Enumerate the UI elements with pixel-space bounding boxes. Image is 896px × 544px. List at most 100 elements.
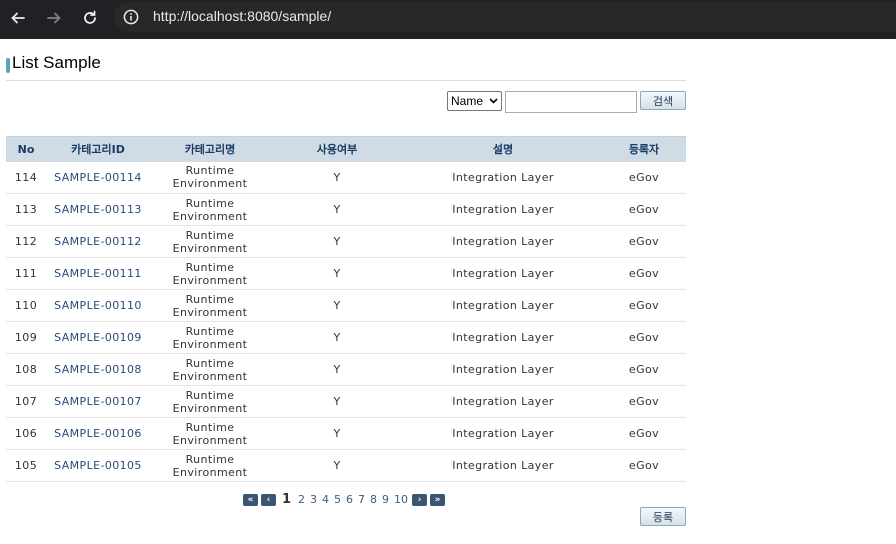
sample-list-table: No 카테고리ID 카테고리명 사용여부 설명 등록자 114 SAMPLE-0… bbox=[6, 136, 686, 482]
header-description: 설명 bbox=[404, 136, 602, 162]
row-no: 112 bbox=[6, 225, 46, 258]
search-condition-value: Name bbox=[451, 94, 484, 108]
row-category-id-link[interactable]: SAMPLE-00114 bbox=[46, 161, 150, 194]
row-category-id-link[interactable]: SAMPLE-00112 bbox=[46, 225, 150, 258]
row-registrant: eGov bbox=[602, 385, 686, 418]
reload-button[interactable] bbox=[78, 6, 102, 30]
row-description: Integration Layer bbox=[404, 225, 602, 258]
table-row: 107 SAMPLE-00107 Runtime Environment Y I… bbox=[6, 385, 686, 418]
row-registrant: eGov bbox=[602, 225, 686, 258]
row-registrant: eGov bbox=[602, 353, 686, 386]
double-left-arrow-icon: « bbox=[247, 494, 254, 505]
row-category-name: Runtime Environment bbox=[150, 225, 270, 258]
reload-icon bbox=[84, 10, 96, 24]
row-description: Integration Layer bbox=[404, 353, 602, 386]
table-row: 111 SAMPLE-00111 Runtime Environment Y I… bbox=[6, 257, 686, 290]
header-category-id: 카테고리ID bbox=[46, 136, 150, 162]
row-registrant: eGov bbox=[602, 449, 686, 482]
search-keyword-input[interactable] bbox=[505, 91, 637, 113]
pagination: « ‹ 1 2 3 4 5 6 7 8 9 10 › » bbox=[243, 492, 446, 507]
row-registrant: eGov bbox=[602, 257, 686, 290]
row-description: Integration Layer bbox=[404, 417, 602, 450]
row-no: 111 bbox=[6, 257, 46, 290]
search-condition-select[interactable]: Name bbox=[447, 91, 502, 111]
row-category-name: Runtime Environment bbox=[150, 161, 270, 194]
address-bar[interactable]: http://localhost:8080/sample/ bbox=[114, 2, 896, 32]
row-description: Integration Layer bbox=[404, 257, 602, 290]
row-category-name: Runtime Environment bbox=[150, 385, 270, 418]
row-category-name: Runtime Environment bbox=[150, 289, 270, 322]
row-category-name: Runtime Environment bbox=[150, 321, 270, 354]
row-no: 113 bbox=[6, 193, 46, 226]
url-text[interactable]: http://localhost:8080/sample/ bbox=[153, 8, 331, 24]
table-row: 114 SAMPLE-00114 Runtime Environment Y I… bbox=[6, 161, 686, 194]
last-page-button[interactable]: » bbox=[430, 493, 446, 506]
search-button[interactable]: 검색 bbox=[640, 91, 686, 110]
row-no: 109 bbox=[6, 321, 46, 354]
row-description: Integration Layer bbox=[404, 289, 602, 322]
row-category-id-link[interactable]: SAMPLE-00111 bbox=[46, 257, 150, 290]
back-button[interactable] bbox=[6, 6, 30, 30]
row-description: Integration Layer bbox=[404, 161, 602, 194]
page-title-text: List Sample bbox=[12, 53, 101, 72]
row-description: Integration Layer bbox=[404, 193, 602, 226]
row-use-yn: Y bbox=[270, 225, 404, 258]
table-row: 106 SAMPLE-00106 Runtime Environment Y I… bbox=[6, 417, 686, 450]
left-arrow-icon: ‹ bbox=[266, 494, 271, 505]
browser-toolbar: http://localhost:8080/sample/ bbox=[0, 0, 896, 39]
page-link[interactable]: 10 bbox=[393, 493, 409, 506]
info-icon[interactable] bbox=[123, 9, 139, 25]
row-no: 105 bbox=[6, 449, 46, 482]
page-link[interactable]: 8 bbox=[369, 493, 378, 506]
register-button[interactable]: 등록 bbox=[640, 507, 686, 526]
row-registrant: eGov bbox=[602, 161, 686, 194]
row-use-yn: Y bbox=[270, 385, 404, 418]
page-title: List Sample bbox=[6, 53, 101, 73]
row-category-id-link[interactable]: SAMPLE-00107 bbox=[46, 385, 150, 418]
table-row: 110 SAMPLE-00110 Runtime Environment Y I… bbox=[6, 289, 686, 322]
row-description: Integration Layer bbox=[404, 321, 602, 354]
row-use-yn: Y bbox=[270, 417, 404, 450]
page-link[interactable]: 4 bbox=[321, 493, 330, 506]
header-no: No bbox=[6, 136, 46, 162]
row-category-id-link[interactable]: SAMPLE-00108 bbox=[46, 353, 150, 386]
forward-button[interactable] bbox=[42, 6, 66, 30]
row-use-yn: Y bbox=[270, 257, 404, 290]
row-category-name: Runtime Environment bbox=[150, 353, 270, 386]
row-category-id-link[interactable]: SAMPLE-00113 bbox=[46, 193, 150, 226]
row-registrant: eGov bbox=[602, 417, 686, 450]
header-use-yn: 사용여부 bbox=[270, 136, 404, 162]
table-row: 113 SAMPLE-00113 Runtime Environment Y I… bbox=[6, 193, 686, 226]
page-link[interactable]: 2 bbox=[297, 493, 306, 506]
row-category-name: Runtime Environment bbox=[150, 417, 270, 450]
row-registrant: eGov bbox=[602, 193, 686, 226]
page-link[interactable]: 5 bbox=[333, 493, 342, 506]
page-link[interactable]: 9 bbox=[381, 493, 390, 506]
double-right-arrow-icon: » bbox=[434, 494, 441, 505]
row-use-yn: Y bbox=[270, 193, 404, 226]
forward-arrow-icon bbox=[47, 12, 61, 24]
table-row: 112 SAMPLE-00112 Runtime Environment Y I… bbox=[6, 225, 686, 258]
row-category-name: Runtime Environment bbox=[150, 193, 270, 226]
register-button-label: 등록 bbox=[652, 510, 674, 524]
header-registrant: 등록자 bbox=[602, 136, 686, 162]
prev-page-button[interactable]: ‹ bbox=[261, 493, 276, 506]
first-page-button[interactable]: « bbox=[243, 493, 258, 506]
row-category-id-link[interactable]: SAMPLE-00109 bbox=[46, 321, 150, 354]
row-category-name: Runtime Environment bbox=[150, 449, 270, 482]
page-link[interactable]: 3 bbox=[309, 493, 318, 506]
table-header-row: No 카테고리ID 카테고리명 사용여부 설명 등록자 bbox=[6, 136, 686, 162]
search-button-label: 검색 bbox=[652, 94, 674, 108]
row-category-id-link[interactable]: SAMPLE-00106 bbox=[46, 417, 150, 450]
page-link[interactable]: 6 bbox=[345, 493, 354, 506]
right-arrow-icon: › bbox=[417, 494, 422, 505]
row-use-yn: Y bbox=[270, 321, 404, 354]
row-category-id-link[interactable]: SAMPLE-00105 bbox=[46, 449, 150, 482]
row-registrant: eGov bbox=[602, 289, 686, 322]
row-category-id-link[interactable]: SAMPLE-00110 bbox=[46, 289, 150, 322]
page-link[interactable]: 7 bbox=[357, 493, 366, 506]
row-no: 107 bbox=[6, 385, 46, 418]
row-use-yn: Y bbox=[270, 449, 404, 482]
row-description: Integration Layer bbox=[404, 449, 602, 482]
next-page-button[interactable]: › bbox=[412, 493, 428, 506]
